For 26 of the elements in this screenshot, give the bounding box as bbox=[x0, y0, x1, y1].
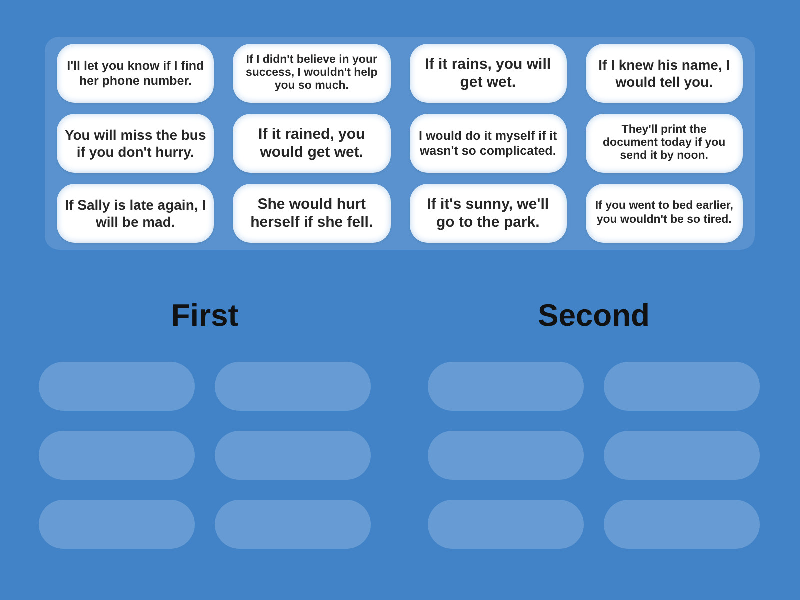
drop-slot[interactable] bbox=[604, 362, 760, 411]
sentence-card[interactable]: If I didn't believe in your success, I wouldn't help you so much. bbox=[233, 44, 390, 103]
sentence-card[interactable]: If Sally is late again, I will be mad. bbox=[57, 184, 214, 243]
sentence-card[interactable]: If it rains, you will get wet. bbox=[410, 44, 567, 103]
sentence-card[interactable]: If I knew his name, I would tell you. bbox=[586, 44, 743, 103]
drop-slot[interactable] bbox=[39, 500, 195, 549]
drop-slot[interactable] bbox=[39, 362, 195, 411]
drop-slot[interactable] bbox=[604, 431, 760, 480]
sentence-card[interactable]: I'll let you know if I find her phone number. bbox=[57, 44, 214, 103]
sentence-card[interactable]: You will miss the bus if you don't hurry. bbox=[57, 114, 214, 173]
drop-slot[interactable] bbox=[39, 431, 195, 480]
sentence-card[interactable]: If it's sunny, we'll go to the park. bbox=[410, 184, 567, 243]
sentence-card[interactable]: They'll print the document today if you send it by noon. bbox=[586, 114, 743, 173]
drop-slot[interactable] bbox=[215, 500, 371, 549]
sentence-card[interactable]: If you went to bed earlier, you wouldn't be so tired. bbox=[586, 184, 743, 243]
drop-slot[interactable] bbox=[428, 431, 584, 480]
drop-slot[interactable] bbox=[428, 500, 584, 549]
drop-slot[interactable] bbox=[215, 431, 371, 480]
sentence-card[interactable]: If it rained, you would get wet. bbox=[233, 114, 390, 173]
sentence-card[interactable]: She would hurt herself if she fell. bbox=[233, 184, 390, 243]
drop-slot[interactable] bbox=[215, 362, 371, 411]
drop-slot[interactable] bbox=[604, 500, 760, 549]
group-heading: First bbox=[171, 298, 239, 334]
sentence-card[interactable]: I would do it myself if it wasn't so complicated. bbox=[410, 114, 567, 173]
drop-slot[interactable] bbox=[428, 362, 584, 411]
group-heading: Second bbox=[538, 298, 650, 334]
